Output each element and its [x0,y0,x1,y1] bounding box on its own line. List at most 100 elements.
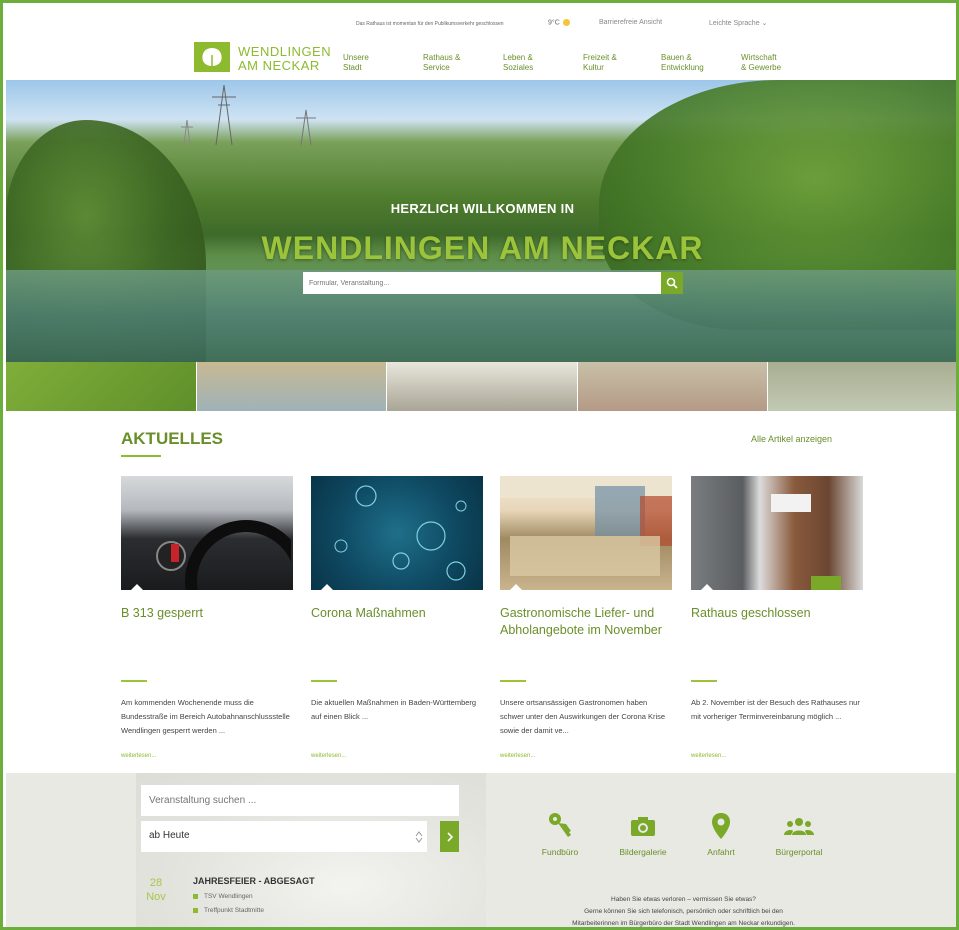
chevron-right-icon [446,831,453,842]
language-label: Leichte Sprache [709,20,760,27]
nav-label: Bauen & [661,53,692,62]
card-divider [500,680,526,682]
news-image-restaurant[interactable] [500,476,672,590]
hero-search-input[interactable] [303,272,661,294]
strip-image[interactable] [577,362,769,411]
news-card-text: Ab 2. November ist der Besuch des Rathau… [691,698,860,721]
info-line: Gerne können Sie sich telefonisch, persö… [584,908,783,915]
nav-item-freizeit-kultur[interactable]: Freizeit & Kultur [583,53,663,73]
chevron-down-icon: ⌄ [761,20,768,27]
event-date-select-value: ab Heute [149,830,190,841]
nav-item-leben-soziales[interactable]: Leben & Soziales [503,53,583,73]
logo-line-1: WENDLINGEN [238,44,332,59]
map-pin-icon [706,811,736,841]
nav-label: Leben & [503,53,533,62]
browser-frame: Das Rathaus ist momentan für den Publiku… [0,0,959,930]
hero-search [303,272,683,294]
nav-item-unsere-stadt[interactable]: Unsere Stadt [343,53,423,73]
utility-bar: Das Rathaus ist momentan für den Publiku… [3,17,956,33]
news-card-text: Unsere ortsansässigen Gastronomen haben … [500,698,666,735]
logo-text[interactable]: WENDLINGEN AM NECKAR [238,45,331,73]
news-card-title[interactable]: B 313 gesperrt [121,605,293,622]
site-header: WENDLINGEN AM NECKAR Unsere Stadt Rathaus… [3,39,956,81]
all-articles-link[interactable]: Alle Artikel anzeigen [751,434,832,444]
keys-icon [545,811,575,841]
quicklink-anfahrt[interactable]: Anfahrt [696,811,746,857]
event-location-label: Treffpunkt Stadtmitte [204,907,264,914]
camera-icon [628,811,658,841]
people-icon [784,811,814,841]
news-card[interactable]: Gastronomische Liefer- und Abholangebote… [500,476,672,759]
event-location: Treffpunkt Stadtmitte [193,907,264,914]
nav-item-wirtschaft-gewerbe[interactable]: Wirtschaft & Gewerbe [741,53,821,73]
news-card-title[interactable]: Corona Maßnahmen [311,605,483,622]
logo-mark[interactable] [194,42,230,72]
nav-item-bauen-entwicklung[interactable]: Bauen & Entwicklung [661,53,741,73]
card-notch [131,584,143,590]
event-search-button[interactable] [440,821,459,852]
nav-label: Freizeit & [583,53,617,62]
hero-town-name: WENDLINGEN AM NECKAR [261,230,704,266]
hero-search-button[interactable] [661,272,683,294]
hero-banner: HERZLICH WILLKOMMEN IN WENDLINGEN AM NEC… [6,80,956,362]
language-dropdown[interactable]: Leichte Sprache ⌄ [709,19,767,27]
quicklink-label: Fundbüro [541,847,579,857]
info-line: Mitarbeiterinnen im Bürgerbüro der Stadt… [572,920,795,927]
quicklink-label: Anfahrt [707,847,735,857]
closure-notice: Das Rathaus ist momentan für den Publiku… [356,21,504,27]
news-card[interactable]: Rathaus geschlossen Ab 2. November ist d… [691,476,863,759]
card-notch [510,584,522,590]
nav-label: Kultur [583,63,604,72]
strip-image[interactable] [387,362,578,411]
search-icon [666,277,678,289]
news-card[interactable]: B 313 gesperrt Am kommenden Wochenende m… [121,476,293,759]
read-more-link[interactable]: weiterlesen... [311,753,346,759]
event-search-input[interactable] [141,785,459,816]
logo-line-2: AM NECKAR [238,58,320,73]
news-image-virus[interactable] [311,476,483,590]
door-graphic [771,494,841,590]
bullet-icon [193,907,198,913]
strip-image[interactable] [196,362,388,411]
caret-updown-icon [415,831,423,843]
event-title[interactable]: JAHRESFEIER - ABGESAGT [193,876,315,886]
weather-widget: 9°C [548,19,570,26]
quicklink-fundbuero[interactable]: Fundbüro [535,811,585,857]
news-card-text: Die aktuellen Maßnahmen in Baden-Württem… [311,698,477,721]
event-date-select[interactable]: ab Heute [141,821,427,852]
card-divider [691,680,717,682]
nav-label: & Gewerbe [741,63,782,72]
card-divider [121,680,147,682]
image-strip [6,362,956,411]
strip-image[interactable] [6,362,197,411]
nav-label: Rathaus & [423,53,461,62]
news-card-title[interactable]: Gastronomische Liefer- und Abholangebote… [500,605,672,639]
news-image-car-dashboard[interactable] [121,476,293,590]
read-more-link[interactable]: weiterlesen... [121,753,156,759]
event-day: 28 [149,877,163,889]
nav-label: Service [423,63,450,72]
info-text: Haben Sie etwas verloren – vermissen Sie… [511,894,856,927]
news-card[interactable]: Corona Maßnahmen Die aktuellen Maßnahmen… [311,476,483,759]
nav-label: Wirtschaft [741,53,777,62]
quicklink-bildergalerie[interactable]: Bildergalerie [607,811,679,857]
info-line: Haben Sie etwas verloren – vermissen Sie… [611,896,756,903]
temperature: 9°C [548,19,560,27]
power-pylons [181,85,316,145]
accessibility-link[interactable]: Barrierefreie Ansicht [599,19,662,26]
quicklink-label: Bürgerportal [775,847,823,857]
read-more-link[interactable]: weiterlesen... [500,753,535,759]
sun-icon [562,19,570,26]
event-month: Nov [146,891,166,903]
news-image-town-hall-door[interactable] [691,476,863,590]
quicklink-buergerportal[interactable]: Bürgerportal [762,811,836,857]
leaf-icon [202,48,222,66]
nav-label: Unsere [343,53,369,62]
read-more-link[interactable]: weiterlesen... [691,753,726,759]
steering-wheel-graphic [156,520,291,590]
strip-image[interactable] [768,362,956,411]
virus-graphic [334,485,467,581]
quicklink-label: Bildergalerie [619,847,667,857]
news-card-title[interactable]: Rathaus geschlossen [691,605,863,622]
nav-item-rathaus-service[interactable]: Rathaus & Service [423,53,503,73]
